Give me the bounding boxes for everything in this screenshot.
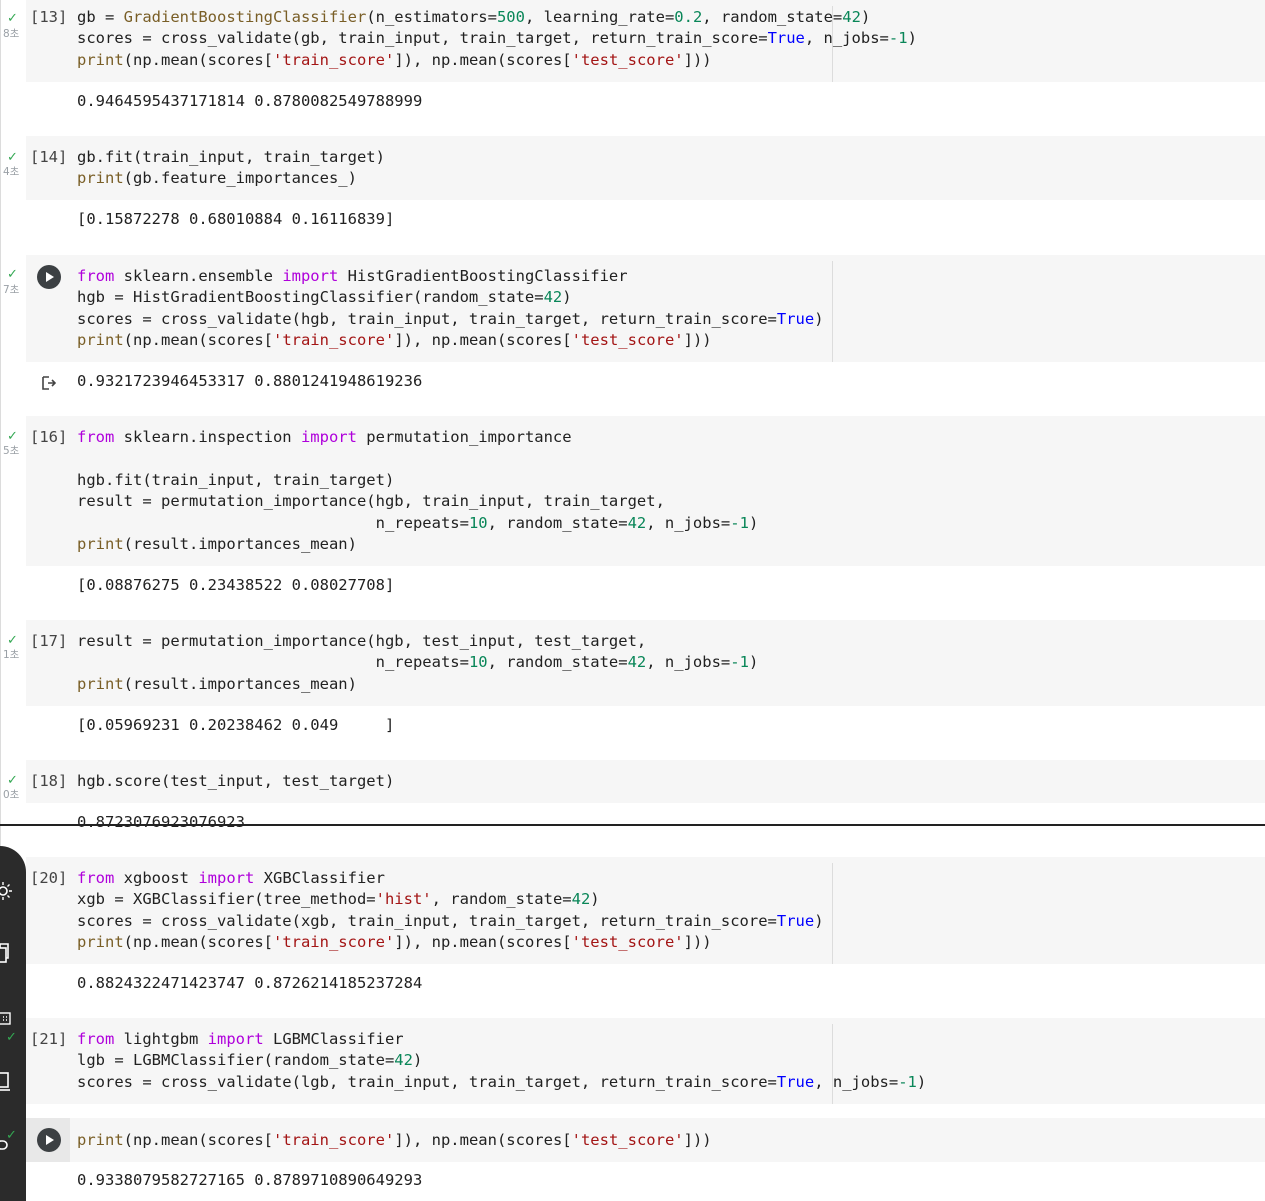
- code-line[interactable]: hgb = HistGradientBoostingClassifier(ran…: [77, 287, 824, 308]
- exec-time: 4초: [3, 166, 20, 178]
- cell-output: 0.8824322471423747 0.8726214185237284: [77, 974, 423, 992]
- code-line[interactable]: hgb.fit(train_input, train_target): [77, 470, 758, 491]
- code-line[interactable]: from lightgbm import LGBMClassifier: [77, 1029, 926, 1050]
- code-line[interactable]: gb = GradientBoostingClassifier(n_estima…: [77, 7, 917, 28]
- code-lines[interactable]: from xgboost import XGBClassifier xgb = X…: [77, 868, 824, 954]
- success-check-icon: ✓: [7, 633, 18, 648]
- code-line[interactable]: scores = cross_validate(gb, train_input,…: [77, 28, 917, 49]
- code-lines[interactable]: from lightgbm import LGBMClassifier lgb =…: [77, 1029, 926, 1093]
- code-line[interactable]: print(result.importances_mean): [77, 674, 758, 695]
- code-line[interactable]: print(np.mean(scores['train_score']), np…: [77, 330, 824, 351]
- exec-time: 5초: [3, 445, 20, 457]
- code-line[interactable]: print(np.mean(scores['train_score']), np…: [77, 50, 917, 71]
- exec-count[interactable]: [14]: [30, 147, 67, 169]
- code-line[interactable]: [77, 448, 758, 469]
- code-line[interactable]: print(np.mean(scores['train_score']), np…: [77, 1130, 712, 1151]
- code-line[interactable]: from sklearn.ensemble import HistGradien…: [77, 266, 824, 287]
- cell-output: [0.15872278 0.68010884 0.16116839]: [77, 210, 395, 228]
- cell-output: [0.05969231 0.20238462 0.049 ]: [77, 716, 395, 734]
- grid-icon[interactable]: [0, 1012, 12, 1026]
- success-check-icon: ✓: [6, 1030, 17, 1045]
- success-check-icon: ✓: [7, 11, 18, 26]
- exec-count[interactable]: [18]: [30, 771, 67, 793]
- code-line[interactable]: from sklearn.inspection import permutati…: [77, 427, 758, 448]
- code-line[interactable]: lgb = LGBMClassifier(random_state=42): [77, 1050, 926, 1071]
- code-line[interactable]: n_repeats=10, random_state=42, n_jobs=-1…: [77, 513, 759, 534]
- cell-output: 0.8723076923076923: [77, 813, 245, 831]
- code-line[interactable]: from xgboost import XGBClassifier: [77, 868, 824, 889]
- exec-count[interactable]: [16]: [30, 427, 67, 449]
- code-line[interactable]: result = permutation_importance(hgb, tes…: [77, 631, 758, 652]
- code-line[interactable]: hgb.score(test_input, test_target): [77, 771, 394, 792]
- code-line[interactable]: n_repeats=10, random_state=42, n_jobs=-1…: [77, 652, 759, 673]
- run-cell-button[interactable]: [37, 1128, 61, 1152]
- run-cell-button[interactable]: [37, 265, 61, 289]
- exec-time: 1초: [3, 649, 20, 661]
- brightness-icon[interactable]: [0, 880, 14, 902]
- exec-time: 0초: [3, 789, 20, 801]
- code-line[interactable]: scores = cross_validate(xgb, train_input…: [77, 911, 824, 932]
- cell-output: 0.9464595437171814 0.8780082549788999: [77, 92, 423, 110]
- code-line[interactable]: gb.fit(train_input, train_target): [77, 147, 385, 168]
- success-check-icon: ✓: [7, 150, 18, 165]
- exec-count[interactable]: [13]: [30, 7, 67, 29]
- exec-time: 7초: [3, 284, 20, 296]
- exec-count[interactable]: [20]: [30, 868, 67, 890]
- code-line[interactable]: xgb = XGBClassifier(tree_method='hist', …: [77, 889, 824, 910]
- exec-count[interactable]: [17]: [30, 631, 67, 653]
- code-lines[interactable]: gb = GradientBoostingClassifier(n_estima…: [77, 7, 917, 71]
- success-check-icon: ✓: [7, 773, 18, 788]
- exec-time: 8초: [3, 28, 20, 40]
- success-check-icon: ✓: [7, 429, 18, 444]
- code-lines[interactable]: from sklearn.inspection import permutati…: [77, 427, 758, 555]
- code-line[interactable]: print(result.importances_mean): [77, 534, 758, 555]
- code-lines[interactable]: gb.fit(train_input, train_target) print(g…: [77, 147, 385, 190]
- code-line[interactable]: scores = cross_validate(lgb, train_input…: [77, 1072, 926, 1093]
- exec-count[interactable]: [21]: [30, 1029, 67, 1051]
- success-check-icon: ✓: [7, 267, 18, 282]
- copy-icon[interactable]: [0, 942, 12, 964]
- cell-output: 0.9321723946453317 0.8801241948619236: [77, 372, 423, 390]
- screenshot-separator: [0, 824, 1265, 826]
- code-line[interactable]: scores = cross_validate(hgb, train_input…: [77, 309, 824, 330]
- output-clear-icon[interactable]: [40, 375, 56, 391]
- cell-output: [0.08876275 0.23438522 0.08027708]: [77, 576, 395, 594]
- code-line[interactable]: print(gb.feature_importances_): [77, 168, 385, 189]
- code-lines[interactable]: result = permutation_importance(hgb, tes…: [77, 631, 758, 695]
- cell-output: 0.9338079582727165 0.8789710890649293: [77, 1171, 423, 1189]
- side-toolbar[interactable]: ✓ ✓: [0, 846, 26, 1201]
- code-lines[interactable]: hgb.score(test_input, test_target): [77, 771, 394, 792]
- code-line[interactable]: result = permutation_importance(hgb, tra…: [77, 491, 758, 512]
- laptop-icon[interactable]: [0, 1072, 12, 1092]
- success-check-icon: ✓: [6, 1128, 17, 1143]
- code-line[interactable]: print(np.mean(scores['train_score']), np…: [77, 932, 824, 953]
- code-lines[interactable]: print(np.mean(scores['train_score']), np…: [77, 1130, 712, 1151]
- code-lines[interactable]: from sklearn.ensemble import HistGradien…: [77, 266, 824, 352]
